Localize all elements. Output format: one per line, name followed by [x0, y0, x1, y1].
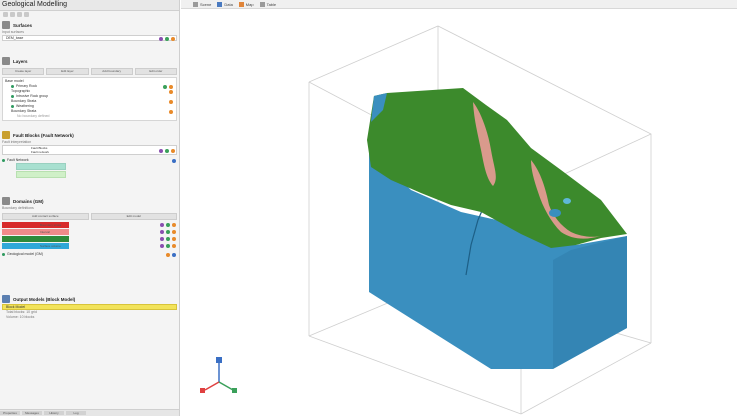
save-icon[interactable] — [17, 12, 22, 17]
remove-icon[interactable] — [171, 37, 175, 41]
bar-action-icon[interactable] — [160, 230, 164, 234]
section-title: Output Models (Block Model) — [13, 296, 76, 302]
tab-edit-layer[interactable]: Edit layer — [46, 68, 89, 75]
domain-bar-fill — [2, 236, 69, 242]
bar-action-icon[interactable] — [172, 244, 176, 248]
surface-icon — [2, 21, 10, 29]
domain-bar-label: Boundary strata — [40, 223, 62, 227]
layers-tabs: Create layer Edit layer Add boundary Edi… — [2, 68, 177, 75]
panel-toolbar — [0, 11, 179, 18]
tab-add-boundary[interactable]: Add boundary — [90, 68, 133, 75]
blue-lake — [563, 198, 571, 204]
open-icon[interactable] — [10, 12, 15, 17]
3d-viewport[interactable]: Scene Data Map Table — [181, 0, 737, 416]
domain-bars: Boundary strata Interval Surface volume — [2, 222, 177, 249]
fault-swatch[interactable] — [16, 171, 66, 178]
left-panel: Geological Modelling Surfaces Input surf… — [0, 0, 180, 416]
section-output: Output Models (Block Model) Block Model … — [2, 294, 177, 320]
visible-icon[interactable] — [165, 149, 169, 153]
bar-action-icon[interactable] — [166, 244, 170, 248]
tab-edit-order[interactable]: Edit order — [134, 68, 177, 75]
tree-item[interactable]: No boundary defined — [5, 114, 174, 119]
surface-field[interactable]: DEM_base — [2, 35, 177, 41]
section-surfaces: Surfaces Input surfaces DEM_base — [2, 20, 177, 41]
rock-side — [553, 236, 627, 369]
edit-icon[interactable] — [159, 149, 163, 153]
bar-action-icon[interactable] — [166, 223, 170, 227]
bar-action-icon[interactable] — [172, 230, 176, 234]
axis-triad — [200, 357, 237, 393]
section-title: Layers — [13, 58, 28, 64]
section-layers: Layers Create layer Edit layer Add bound… — [2, 56, 177, 121]
domain-bar-label: Interval — [40, 230, 50, 234]
section-title: Surfaces — [13, 22, 33, 28]
bar-action-icon[interactable] — [166, 230, 170, 234]
bottom-tabs: Properties Messages History Log — [0, 409, 179, 416]
block-model-icon — [2, 295, 10, 303]
layers-tree: Base model Primary Rock Topographic Intr… — [2, 77, 177, 121]
domain-bar[interactable]: Surface volume — [2, 243, 177, 249]
remove-icon[interactable] — [171, 149, 175, 153]
section-faults: Fault Blocks (Fault Network) Fault inter… — [2, 130, 177, 178]
domain-bar[interactable] — [2, 236, 177, 242]
bar-action-icon[interactable] — [160, 244, 164, 248]
settings-icon[interactable] — [24, 12, 29, 17]
tab-log[interactable]: Log — [66, 411, 86, 415]
tab-create-layer[interactable]: Create layer — [2, 68, 45, 75]
contact-item[interactable]: Geological model (GM) — [2, 252, 177, 257]
tab-history[interactable]: History — [44, 411, 64, 415]
tab-messages[interactable]: Messages — [22, 411, 42, 415]
bar-action-icon[interactable] — [160, 237, 164, 241]
bar-action-icon[interactable] — [172, 223, 176, 227]
bar-action-icon[interactable] — [172, 237, 176, 241]
domain-bar[interactable]: Interval — [2, 229, 177, 235]
domain-bar-fill — [2, 229, 69, 235]
visible-icon[interactable] — [165, 37, 169, 41]
layers-icon — [2, 57, 10, 65]
edit-icon[interactable] — [159, 37, 163, 41]
model-meta: Volume: 10 blocks — [6, 315, 35, 319]
new-icon[interactable] — [3, 12, 8, 17]
fault-swatch[interactable] — [16, 163, 66, 170]
bar-action-icon[interactable] — [160, 223, 164, 227]
tab-edit-model[interactable]: Edit model — [90, 213, 177, 220]
fault-icon — [2, 131, 10, 139]
section-domains: Domains (GM) Boundary definitions Add co… — [2, 196, 177, 257]
section-title: Fault Blocks (Fault Network) — [13, 132, 74, 138]
domain-icon — [2, 197, 10, 205]
model-scene — [200, 25, 652, 415]
bar-action-icon[interactable] — [166, 237, 170, 241]
domain-bar[interactable]: Boundary strata — [2, 222, 177, 228]
fault-block-item[interactable]: Fault Network — [2, 158, 177, 163]
app-title: Geological Modelling — [0, 0, 179, 11]
tab-add-contact[interactable]: Add contact surface — [2, 213, 89, 220]
domain-bar-label: Surface volume — [40, 244, 61, 248]
tab-properties[interactable]: Properties — [0, 411, 20, 415]
fault-field[interactable]: Fault Blocks Fault network — [2, 145, 177, 155]
blue-lake — [549, 209, 561, 217]
section-title: Domains (GM) — [13, 198, 44, 204]
section-sublabel: Boundary definitions — [2, 206, 34, 210]
